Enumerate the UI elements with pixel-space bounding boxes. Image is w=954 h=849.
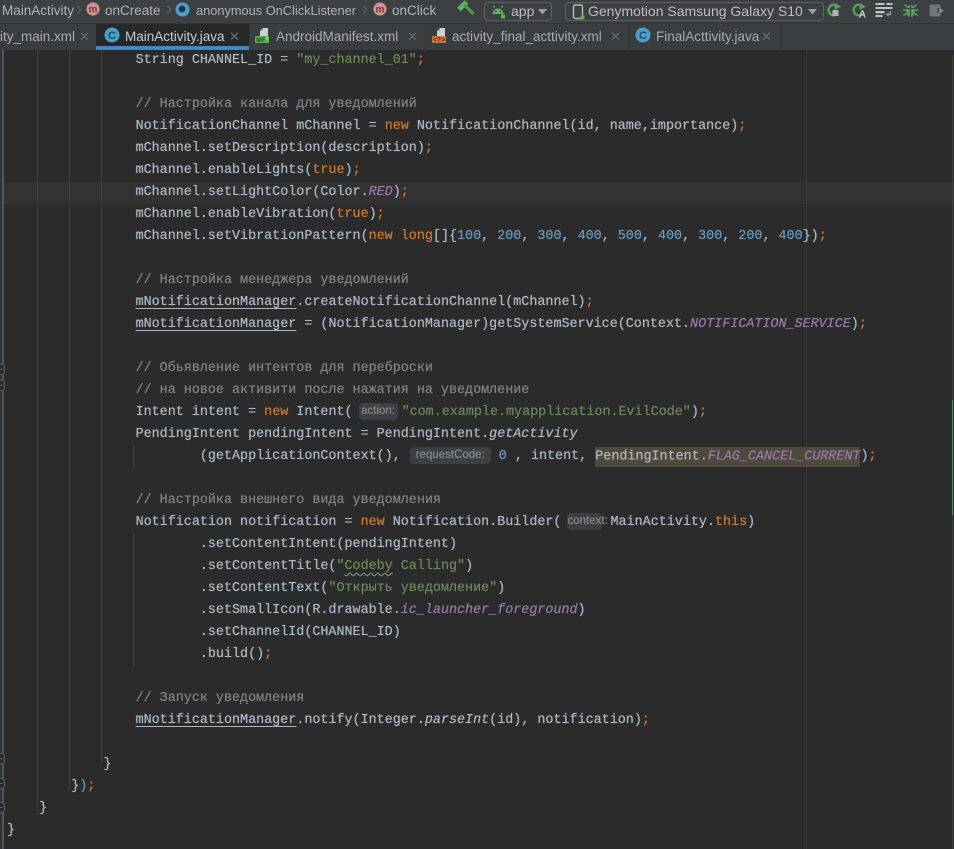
svg-text:m: m (376, 5, 385, 16)
svg-text:MF: MF (256, 37, 265, 44)
svg-text:C: C (108, 30, 116, 42)
svg-text:m: m (89, 5, 98, 16)
svg-text:A: A (859, 10, 866, 20)
svg-text:C: C (639, 30, 647, 42)
svg-text:<?>: <?> (433, 37, 446, 44)
